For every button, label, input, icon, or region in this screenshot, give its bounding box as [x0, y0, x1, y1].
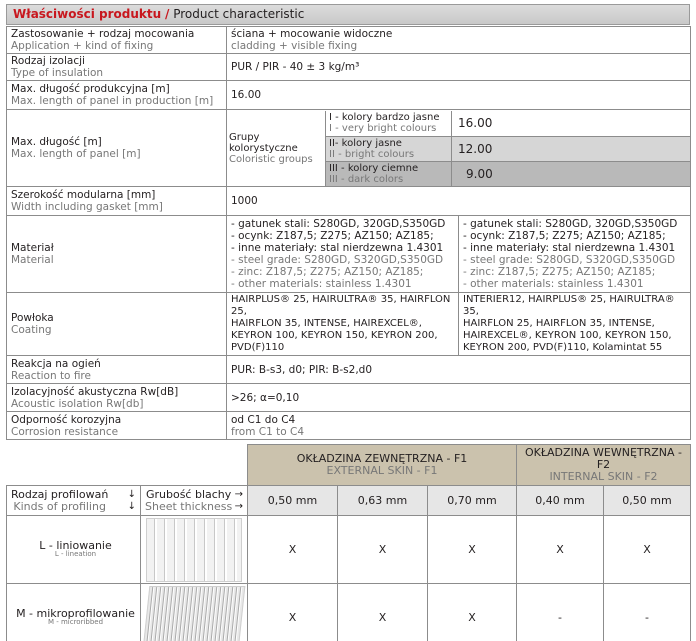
arrow-down-icon: ↓	[127, 500, 136, 512]
color-groups: Grupy kolorystyczne Coloristic groups I …	[226, 109, 691, 187]
internal-skin-header: OKŁADZINA WEWNĘTRZNA - F2 INTERNAL SKIN …	[516, 444, 691, 486]
arrow-down-icon: ↓	[127, 488, 136, 500]
spec-label: Powłoka Coating	[6, 292, 227, 356]
color-group-row: II- kolory jasne II - bright colours 12.…	[325, 135, 690, 161]
kinds-of-profiling-label: Rodzaj profilowań Kinds of profiling ↓ ↓	[6, 485, 141, 516]
availability-mark: X	[337, 515, 428, 584]
spec-row-width: Szerokość modularna [mm] Width including…	[6, 186, 691, 216]
thickness-value: 0,40 mm	[516, 485, 604, 516]
availability-mark: X	[427, 583, 517, 641]
availability-mark: X	[427, 515, 517, 584]
spec-row-coating: Powłoka Coating HAIRPLUS® 25, HAIRULTRA®…	[6, 292, 691, 356]
spec-row-acoustic: Izolacyjność akustyczna Rw[dB] Acoustic …	[6, 383, 691, 412]
arrow-right-icon: →	[234, 500, 243, 512]
spec-row-fire: Reakcja na ogień Reaction to fire PUR: B…	[6, 355, 691, 384]
availability-mark: X	[337, 583, 428, 641]
availability-mark: -	[516, 583, 604, 641]
spec-value: 16.00	[226, 80, 691, 110]
spec-row-application: Zastosowanie + rodzaj mocowania Applicat…	[6, 26, 691, 54]
spec-table: Zastosowanie + rodzaj mocowania Applicat…	[6, 26, 691, 440]
spec-value: PUR: B-s3, d0; PIR: B-s2,d0	[226, 355, 691, 384]
thickness-value: 0,70 mm	[427, 485, 517, 516]
availability-mark: X	[247, 583, 338, 641]
spec-label: Szerokość modularna [mm] Width including…	[6, 186, 227, 216]
color-group-row: I - kolory bardzo jasne I - very bright …	[325, 110, 690, 136]
section-title: Właściwości produktu / Product character…	[6, 4, 690, 25]
microribbed-panel-image	[142, 585, 246, 641]
spec-value: 1000	[226, 186, 691, 216]
availability-mark: X	[603, 515, 691, 584]
sheet-thickness-label: Grubość blachy Sheet thickness → →	[140, 485, 248, 516]
profile-image	[140, 515, 248, 584]
title-pl: Właściwości produktu	[13, 7, 162, 21]
profiles-table: OKŁADZINA ZEWNĘTRZNA - F1 EXTERNAL SKIN …	[6, 444, 691, 641]
spec-label: Odporność korozyjna Corrosion resistance	[6, 411, 227, 440]
spec-row-max-length-production: Max. długość produkcyjna [m] Max. length…	[6, 80, 691, 110]
availability-mark: -	[603, 583, 691, 641]
color-group-value: 16.00	[452, 110, 690, 136]
spec-label: Max. długość [m] Max. length of panel [m…	[6, 109, 227, 187]
spec-label: Reakcja na ogień Reaction to fire	[6, 355, 227, 384]
profile-row-lineation: L - liniowanie L - lineation X X X X X	[6, 515, 691, 584]
profile-name: L - liniowanie L - lineation	[6, 515, 141, 584]
coating-left: HAIRPLUS® 25, HAIRULTRA® 35, HAIRFLON 25…	[226, 292, 459, 356]
thickness-value: 0,63 mm	[337, 485, 428, 516]
spec-row-max-length: Max. długość [m] Max. length of panel [m…	[6, 109, 691, 187]
spec-value: >26; α=0,10	[226, 383, 691, 412]
availability-mark: X	[516, 515, 604, 584]
thickness-value: 0,50 mm	[247, 485, 338, 516]
title-separator: /	[165, 7, 170, 21]
material-left: - gatunek stali: S280GD, 320GD,S350GD - …	[226, 215, 459, 293]
material-right: - gatunek stali: S280GD, 320GD,S350GD - …	[458, 215, 691, 293]
color-group-row: III - kolory ciemne III - dark colors 9.…	[325, 160, 690, 186]
thickness-value: 0,50 mm	[603, 485, 691, 516]
spec-row-material: Materiał Material - gatunek stali: S280G…	[6, 215, 691, 293]
arrow-right-icon: →	[234, 488, 243, 500]
spec-row-insulation: Rodzaj izolacji Type of insulation PUR /…	[6, 53, 691, 81]
availability-mark: X	[247, 515, 338, 584]
spec-label: Materiał Material	[6, 215, 227, 293]
color-group-value: 9.00	[452, 161, 690, 186]
spec-row-corrosion: Odporność korozyjna Corrosion resistance…	[6, 411, 691, 440]
profile-name: M - mikroprofilowanie M - microribbed	[6, 583, 141, 641]
spec-value: ściana + mocowanie widoczne cladding + v…	[226, 26, 691, 54]
title-en: Product characteristic	[173, 7, 305, 21]
spec-value: od C1 do C4 from C1 to C4	[226, 411, 691, 440]
spec-label: Max. długość produkcyjna [m] Max. length…	[6, 80, 227, 110]
thickness-row: Rodzaj profilowań Kinds of profiling ↓ ↓…	[6, 485, 691, 516]
color-groups-label: Grupy kolorystyczne Coloristic groups	[229, 131, 313, 165]
profile-image	[140, 583, 248, 641]
spec-label: Zastosowanie + rodzaj mocowania Applicat…	[6, 26, 227, 54]
coating-right: INTERIER12, HAIRPLUS® 25, HAIRULTRA® 35,…	[458, 292, 691, 356]
external-skin-header: OKŁADZINA ZEWNĘTRZNA - F1 EXTERNAL SKIN …	[247, 444, 517, 486]
spec-label: Izolacyjność akustyczna Rw[dB] Acoustic …	[6, 383, 227, 412]
lineation-panel-image	[146, 517, 242, 582]
color-group-value: 12.00	[452, 136, 690, 161]
skin-header-row: OKŁADZINA ZEWNĘTRZNA - F1 EXTERNAL SKIN …	[6, 444, 691, 486]
profile-row-microribbed: M - mikroprofilowanie M - microribbed X …	[6, 583, 691, 641]
spec-label: Rodzaj izolacji Type of insulation	[6, 53, 227, 81]
spec-value: PUR / PIR - 40 ± 3 kg/m³	[226, 53, 691, 81]
